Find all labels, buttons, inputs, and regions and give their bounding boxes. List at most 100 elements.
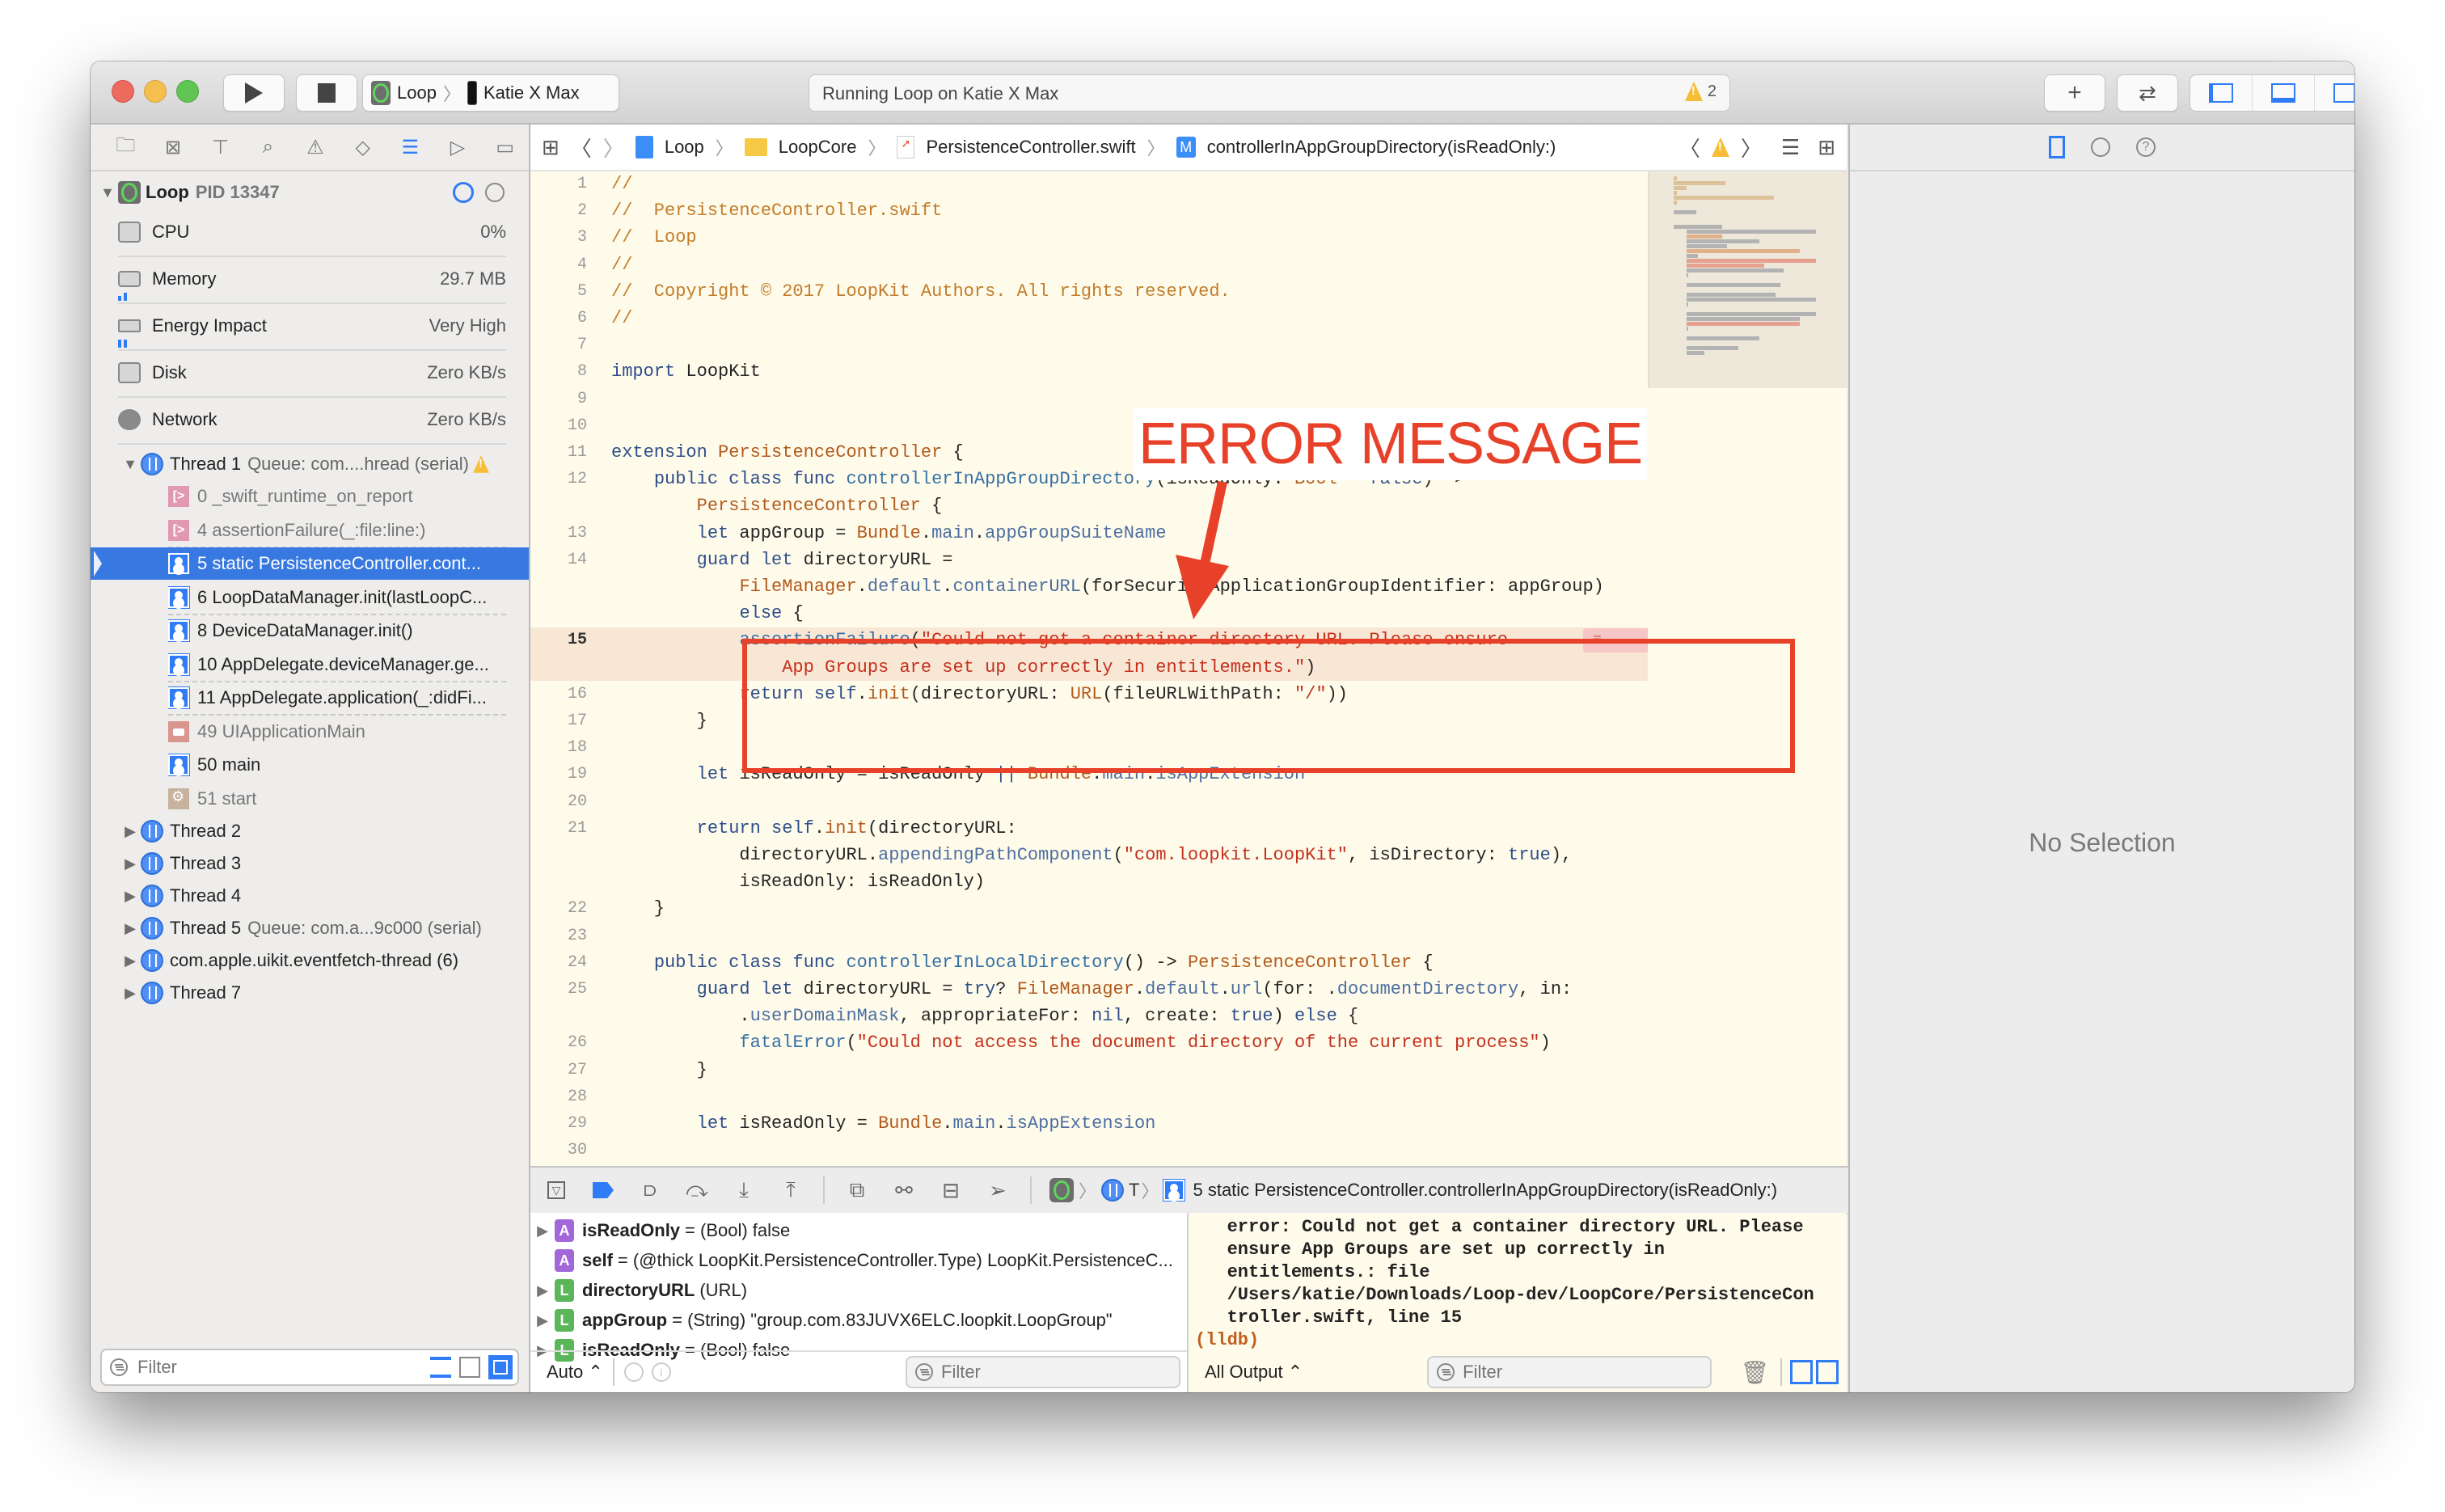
continue-button[interactable]: ⫐: [636, 1176, 665, 1205]
disclosure-closed-icon[interactable]: ▶: [530, 1312, 555, 1329]
quick-look-eye-icon[interactable]: [623, 1362, 644, 1382]
gauge-cpu[interactable]: CPU 0%: [118, 209, 506, 257]
variable-row[interactable]: ▶ LdirectoryURL (URL): [530, 1276, 1187, 1305]
line-number[interactable]: 20: [530, 789, 587, 815]
line-number[interactable]: 21: [530, 816, 587, 842]
related-items-icon[interactable]: ⊞: [542, 135, 560, 160]
line-number[interactable]: 29: [530, 1111, 587, 1137]
info-icon[interactable]: i: [651, 1362, 671, 1382]
disclosure-open-icon[interactable]: ▼: [120, 456, 141, 473]
line-number[interactable]: 4: [530, 252, 587, 278]
console-output-selector[interactable]: All Output ⌃: [1205, 1362, 1303, 1383]
disclosure-closed-icon[interactable]: ▶: [120, 823, 141, 840]
line-number[interactable]: 25: [530, 977, 587, 1003]
gauge-memory[interactable]: Memory 29.7 MB: [118, 256, 506, 304]
show-only-crashed-icon[interactable]: [430, 1357, 451, 1378]
stack-frame-row[interactable]: 51 start: [168, 783, 506, 815]
run-button[interactable]: [223, 74, 285, 112]
disclosure-closed-icon[interactable]: ▶: [120, 985, 141, 1002]
line-number[interactable]: 6: [530, 306, 587, 332]
line-number[interactable]: 11: [530, 440, 587, 466]
line-number[interactable]: 7: [530, 332, 587, 358]
thread-row[interactable]: ▶ Thread 2: [91, 815, 529, 847]
code-review-button[interactable]: ⇄: [2117, 74, 2178, 112]
tab-source-control[interactable]: ⊠: [150, 131, 197, 163]
stack-frame-row[interactable]: 5 static PersistenceController.cont...: [168, 547, 506, 580]
stack-frame-row[interactable]: 6 LoopDataManager.init(lastLoopC...: [168, 581, 506, 615]
console-filter[interactable]: [1427, 1356, 1712, 1388]
library-button[interactable]: +: [2044, 74, 2105, 112]
previous-issue-button[interactable]: 〈: [1679, 133, 1700, 163]
crumb-group[interactable]: LoopCore: [779, 137, 857, 158]
disclosure-closed-icon[interactable]: ▶: [120, 855, 141, 872]
thread-row[interactable]: ▶ Thread 7: [91, 977, 529, 1009]
line-number[interactable]: 24: [530, 950, 587, 976]
tab-find[interactable]: ⌕: [244, 131, 292, 163]
navigator-filter-input[interactable]: [136, 1356, 382, 1379]
tab-tests[interactable]: ◇: [339, 131, 386, 163]
disclosure-closed-icon[interactable]: ▶: [120, 888, 141, 905]
step-over-button[interactable]: ⤼: [682, 1176, 712, 1205]
line-number[interactable]: 23: [530, 923, 587, 949]
line-number[interactable]: 3: [530, 225, 587, 251]
toggle-inspector-button[interactable]: [2315, 75, 2354, 111]
stack-frame-row[interactable]: [> 0 _swift_runtime_on_report: [168, 480, 506, 513]
console-filter-input[interactable]: [1461, 1361, 1675, 1383]
history-clock-icon[interactable]: [2091, 137, 2110, 157]
line-number[interactable]: 8: [530, 359, 587, 385]
thread-row[interactable]: ▼ Thread 1 Queue: com....hread (serial): [91, 448, 529, 480]
disclosure-closed-icon[interactable]: ▶: [120, 920, 141, 937]
close-window-button[interactable]: [112, 80, 134, 103]
disclosure-open-icon[interactable]: ▼: [97, 184, 118, 201]
crumb-project[interactable]: Loop: [665, 137, 704, 158]
toggle-navigator-button[interactable]: [2190, 75, 2253, 111]
view-hierarchy-button[interactable]: ⧉: [842, 1176, 872, 1205]
process-icon[interactable]: [1049, 1178, 1074, 1202]
line-number[interactable]: 27: [530, 1058, 587, 1083]
line-number[interactable]: 2: [530, 198, 587, 224]
scheme-selector[interactable]: Loop 〉 Katie X Max: [362, 74, 619, 112]
show-variables-toggle[interactable]: [1790, 1360, 1813, 1384]
thread-row[interactable]: ▶ Thread 5 Queue: com.a...9c000 (serial): [91, 912, 529, 944]
tab-reports[interactable]: ▭: [481, 131, 529, 163]
line-number[interactable]: 30: [530, 1138, 587, 1164]
add-editor-icon[interactable]: ⊞: [1818, 135, 1835, 160]
variables-filter[interactable]: [906, 1356, 1180, 1388]
navigator-filter[interactable]: [100, 1349, 519, 1386]
threads-icon[interactable]: [485, 183, 505, 202]
next-issue-button[interactable]: 〉: [1741, 133, 1762, 163]
line-number[interactable]: 17: [530, 708, 587, 734]
disclosure-closed-icon[interactable]: ▶: [120, 952, 141, 969]
line-number[interactable]: 1: [530, 171, 587, 197]
variables-filter-input[interactable]: [940, 1361, 1153, 1383]
zoom-window-button[interactable]: [176, 80, 199, 103]
tab-issues[interactable]: ⚠: [292, 131, 340, 163]
gauge-disk[interactable]: Disk Zero KB/s: [118, 349, 506, 398]
line-number[interactable]: 26: [530, 1030, 587, 1056]
stack-frame-row[interactable]: 8 DeviceDataManager.init(): [168, 615, 506, 647]
hide-debug-area-button[interactable]: ▽: [542, 1176, 571, 1205]
stack-frame-row[interactable]: 49 UIApplicationMain: [168, 716, 506, 748]
variables-scope-selector[interactable]: Auto ⌃: [547, 1362, 603, 1383]
thread-row[interactable]: ▶ Thread 3: [91, 847, 529, 880]
trash-icon[interactable]: 🗑: [1740, 1359, 1769, 1386]
variable-row[interactable]: ▶ LappGroup = (String) "group.com.83JUVX6E…: [530, 1306, 1187, 1335]
line-number[interactable]: 12: [530, 467, 587, 492]
gauge-icon[interactable]: [453, 182, 474, 203]
line-number[interactable]: 10: [530, 413, 587, 439]
thread-icon[interactable]: [1101, 1179, 1125, 1202]
line-number[interactable]: 16: [530, 682, 587, 707]
show-console-toggle[interactable]: [1816, 1360, 1839, 1384]
warnings-indicator[interactable]: 2: [1684, 82, 1717, 101]
breakpoints-toggle-button[interactable]: [589, 1176, 618, 1205]
queue-view-icon[interactable]: [488, 1355, 513, 1379]
minimize-window-button[interactable]: [144, 80, 167, 103]
editor-options-icon[interactable]: ☰: [1781, 135, 1800, 160]
quick-help-icon[interactable]: ?: [2136, 137, 2156, 157]
line-number[interactable]: 22: [530, 896, 587, 922]
stack-frame-row[interactable]: [> 4 assertionFailure(_:file:line:): [168, 514, 506, 548]
stack-frame-row[interactable]: 50 main: [168, 749, 506, 781]
tab-project[interactable]: 🗀: [102, 131, 150, 163]
tab-debug[interactable]: ☰: [386, 131, 434, 163]
thread-row[interactable]: ▶ Thread 4: [91, 880, 529, 912]
